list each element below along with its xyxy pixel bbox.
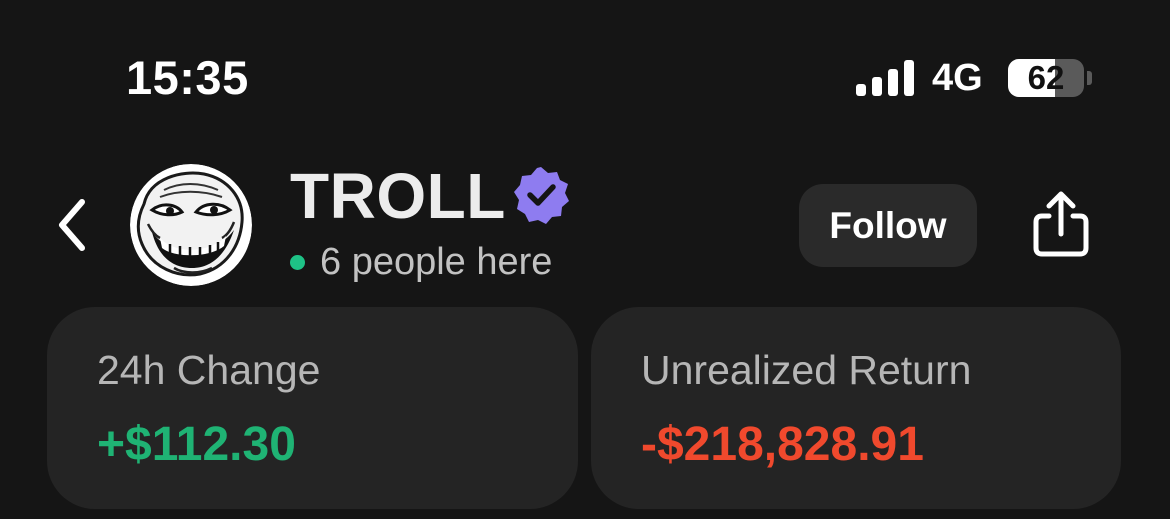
stat-card-unrealized-return: Unrealized Return -$218,828.91 — [591, 307, 1121, 509]
status-time: 15:35 — [126, 51, 249, 104]
chevron-left-icon — [59, 199, 85, 251]
presence-indicator: 6 people here — [290, 240, 552, 284]
network-type: 4G — [932, 57, 983, 99]
stat-label-unrealized-return: Unrealized Return — [641, 347, 972, 393]
stat-value-24h-change: +$112.30 — [97, 418, 296, 471]
avatar — [130, 164, 252, 286]
trollface-avatar-icon — [130, 164, 252, 286]
share-icon — [1033, 191, 1089, 257]
follow-button[interactable]: Follow — [799, 184, 977, 267]
battery-icon: 62 — [1008, 59, 1084, 97]
presence-text: 6 people here — [320, 241, 553, 283]
battery-cap — [1087, 71, 1092, 85]
page-title: TROLL — [290, 160, 506, 232]
share-button[interactable] — [1030, 190, 1092, 258]
verified-badge-icon — [510, 164, 572, 226]
stat-card-24h-change: 24h Change +$112.30 — [47, 307, 578, 509]
signal-strength-icon — [856, 60, 916, 96]
battery-percentage: 62 — [1027, 59, 1065, 96]
stat-value-unrealized-return: -$218,828.91 — [641, 418, 924, 471]
online-dot-icon — [290, 254, 305, 270]
stat-label-24h-change: 24h Change — [97, 347, 321, 393]
back-button[interactable] — [52, 198, 92, 252]
